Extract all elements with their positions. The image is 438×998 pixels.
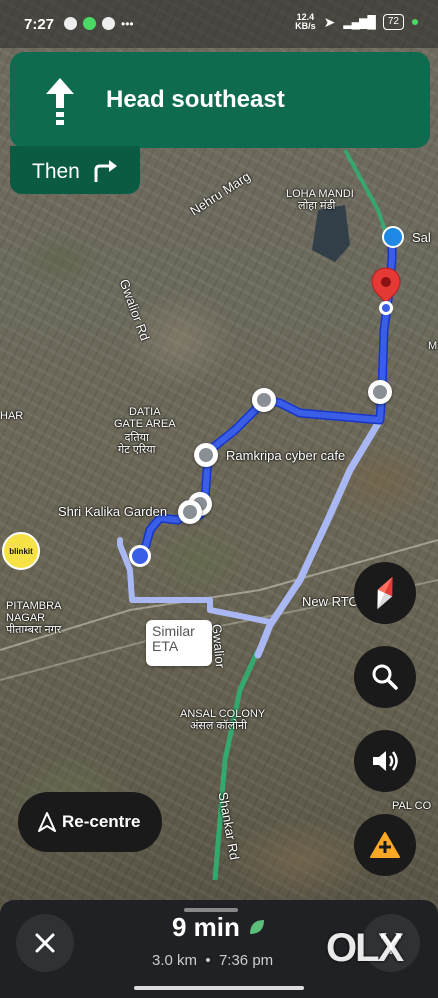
re-centre-button[interactable]: Re-centre bbox=[18, 792, 162, 852]
blinkit-label: blinkit bbox=[9, 546, 33, 556]
waypoint-marker[interactable] bbox=[252, 388, 276, 412]
compass-button[interactable] bbox=[354, 562, 416, 624]
more-notifications-icon: ••• bbox=[121, 17, 134, 31]
signal-icon: ▂▄▆█ bbox=[343, 15, 375, 29]
map-label-area: LOHA MANDI bbox=[286, 188, 354, 200]
exit-navigation-button[interactable] bbox=[16, 914, 74, 972]
poi-marker-icon[interactable] bbox=[382, 226, 404, 248]
close-icon bbox=[35, 933, 55, 953]
network-speed: 12.4 KB/s bbox=[295, 13, 316, 31]
map-label-area: M bbox=[428, 340, 438, 352]
arrival-time: 7:36 pm bbox=[218, 952, 274, 969]
map-label-place: Shri Kalika Garden bbox=[58, 504, 168, 519]
straight-arrow-icon bbox=[46, 78, 74, 125]
map-label-road: Gwalior bbox=[209, 623, 228, 669]
turn-right-icon bbox=[94, 160, 117, 182]
map-label-area-hindi: लोहा मंडी bbox=[298, 200, 336, 212]
waypoint-marker[interactable] bbox=[178, 500, 202, 524]
location-icon: ➤ bbox=[323, 13, 336, 30]
instruction-text: Head southeast bbox=[106, 86, 285, 113]
map-label-area: PAL CO bbox=[392, 800, 432, 812]
trip-distance: 3.0 km bbox=[152, 952, 198, 969]
status-time: 7:27 bbox=[24, 16, 55, 33]
map-label-area-hindi: पीताम्बरा नगर bbox=[6, 624, 62, 636]
speaker-icon bbox=[373, 751, 398, 771]
trip-details: 3.0 km • 7:36 pm bbox=[152, 952, 273, 969]
map-label-place: Ramkripa cyber cafe bbox=[226, 448, 346, 463]
map-label-area-hindi: दतिया गेट एरिया bbox=[118, 432, 156, 456]
destination-pin-icon[interactable] bbox=[370, 266, 402, 316]
compass-icon bbox=[377, 576, 393, 610]
blinkit-marker[interactable]: blinkit bbox=[2, 532, 40, 570]
notification-icons: ••• bbox=[64, 17, 134, 31]
search-icon bbox=[372, 664, 398, 690]
whatsapp-icon bbox=[83, 17, 96, 30]
similar-eta-label: Similar ETA bbox=[152, 623, 195, 654]
map-label-area: Sal bbox=[412, 230, 431, 245]
sound-button[interactable] bbox=[354, 730, 416, 792]
warning-plus-icon bbox=[370, 832, 400, 858]
map-label-area: PITAMBRA NAGAR bbox=[6, 600, 62, 624]
similar-eta-callout[interactable]: Similar ETA bbox=[146, 620, 212, 666]
map-label-place: New RTO bbox=[302, 594, 359, 609]
then-instruction[interactable]: Then bbox=[10, 146, 140, 194]
navigation-arrow-icon bbox=[38, 812, 56, 832]
battery-indicator: 72 bbox=[382, 14, 404, 30]
waypoint-marker[interactable] bbox=[194, 443, 218, 467]
then-label: Then bbox=[32, 160, 80, 183]
separator-dot: • bbox=[201, 952, 219, 969]
search-button[interactable] bbox=[354, 646, 416, 708]
olx-watermark: OLX bbox=[326, 926, 404, 970]
notification-icon bbox=[102, 17, 115, 30]
report-incident-button[interactable] bbox=[354, 814, 416, 876]
home-indicator[interactable] bbox=[134, 986, 304, 990]
eco-leaf-icon bbox=[250, 920, 264, 934]
re-centre-label: Re-centre bbox=[62, 812, 141, 831]
map-label-area: ANSAL COLONY bbox=[180, 708, 266, 720]
notification-icon bbox=[64, 17, 77, 30]
map-label-area: DATIA GATE AREA bbox=[114, 406, 176, 430]
navigation-instruction-banner[interactable]: Head southeast bbox=[10, 52, 430, 148]
privacy-dot-icon bbox=[412, 19, 418, 25]
map-label-area-hindi: अंसल कॉलोनी bbox=[190, 720, 247, 732]
waypoint-marker[interactable] bbox=[368, 380, 392, 404]
map-label-area: HAR bbox=[0, 410, 24, 422]
eta-duration: 9 min bbox=[172, 912, 240, 942]
status-bar: 7:27 ••• 12.4 KB/s ➤ ▂▄▆█ 72 bbox=[0, 0, 438, 48]
network-speed-unit: KB/s bbox=[295, 21, 316, 31]
